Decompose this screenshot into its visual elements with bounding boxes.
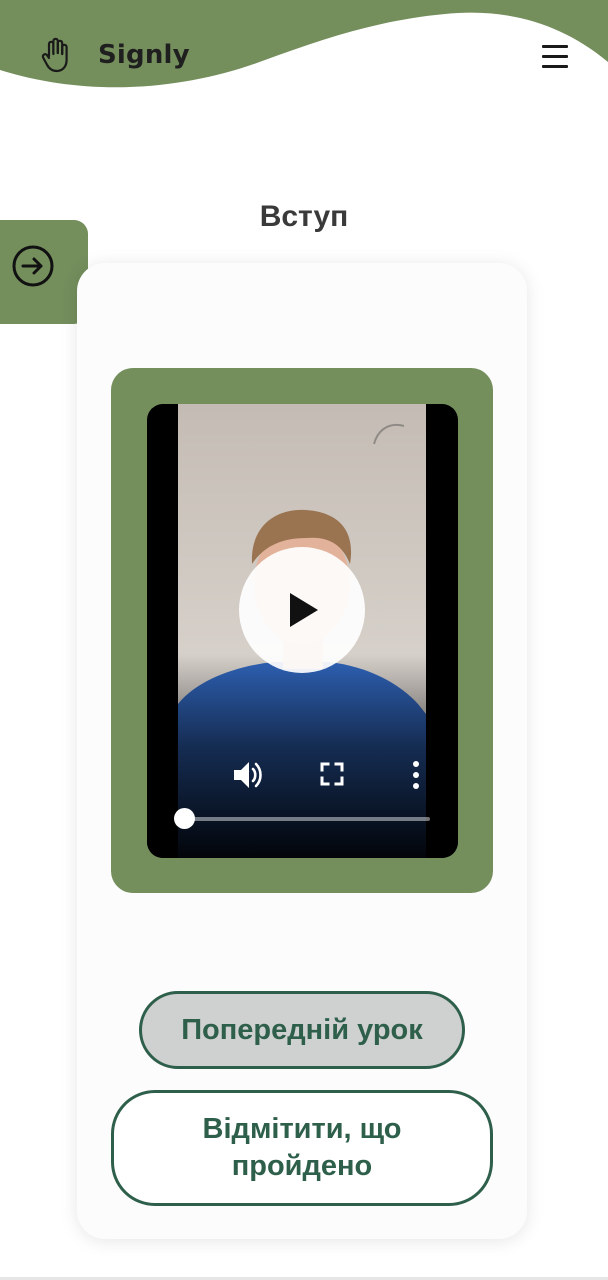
video-progress-bar[interactable] bbox=[182, 817, 430, 821]
menu-bar bbox=[542, 45, 568, 48]
video-controls-gradient bbox=[147, 654, 458, 858]
hamburger-menu-icon[interactable] bbox=[538, 40, 572, 74]
volume-icon[interactable] bbox=[231, 758, 265, 792]
sidebar-toggle-tab[interactable] bbox=[0, 220, 88, 324]
menu-bar bbox=[542, 55, 568, 58]
brand-name[interactable]: Signly bbox=[98, 40, 190, 70]
play-icon[interactable] bbox=[239, 547, 365, 673]
header-wave bbox=[0, 0, 608, 88]
more-vertical-icon[interactable] bbox=[402, 758, 430, 792]
play-triangle bbox=[290, 593, 318, 627]
mark-complete-button[interactable]: Відмітити, що пройдено bbox=[111, 1090, 493, 1206]
lesson-title: Вступ bbox=[259, 200, 349, 233]
previous-lesson-button[interactable]: Попередній урок bbox=[139, 991, 465, 1069]
fullscreen-icon[interactable] bbox=[318, 760, 346, 788]
menu-bar bbox=[542, 65, 568, 68]
arrow-right-circle-icon bbox=[12, 245, 54, 287]
raised-hand-icon bbox=[41, 37, 68, 73]
video-progress-thumb[interactable] bbox=[174, 808, 195, 829]
